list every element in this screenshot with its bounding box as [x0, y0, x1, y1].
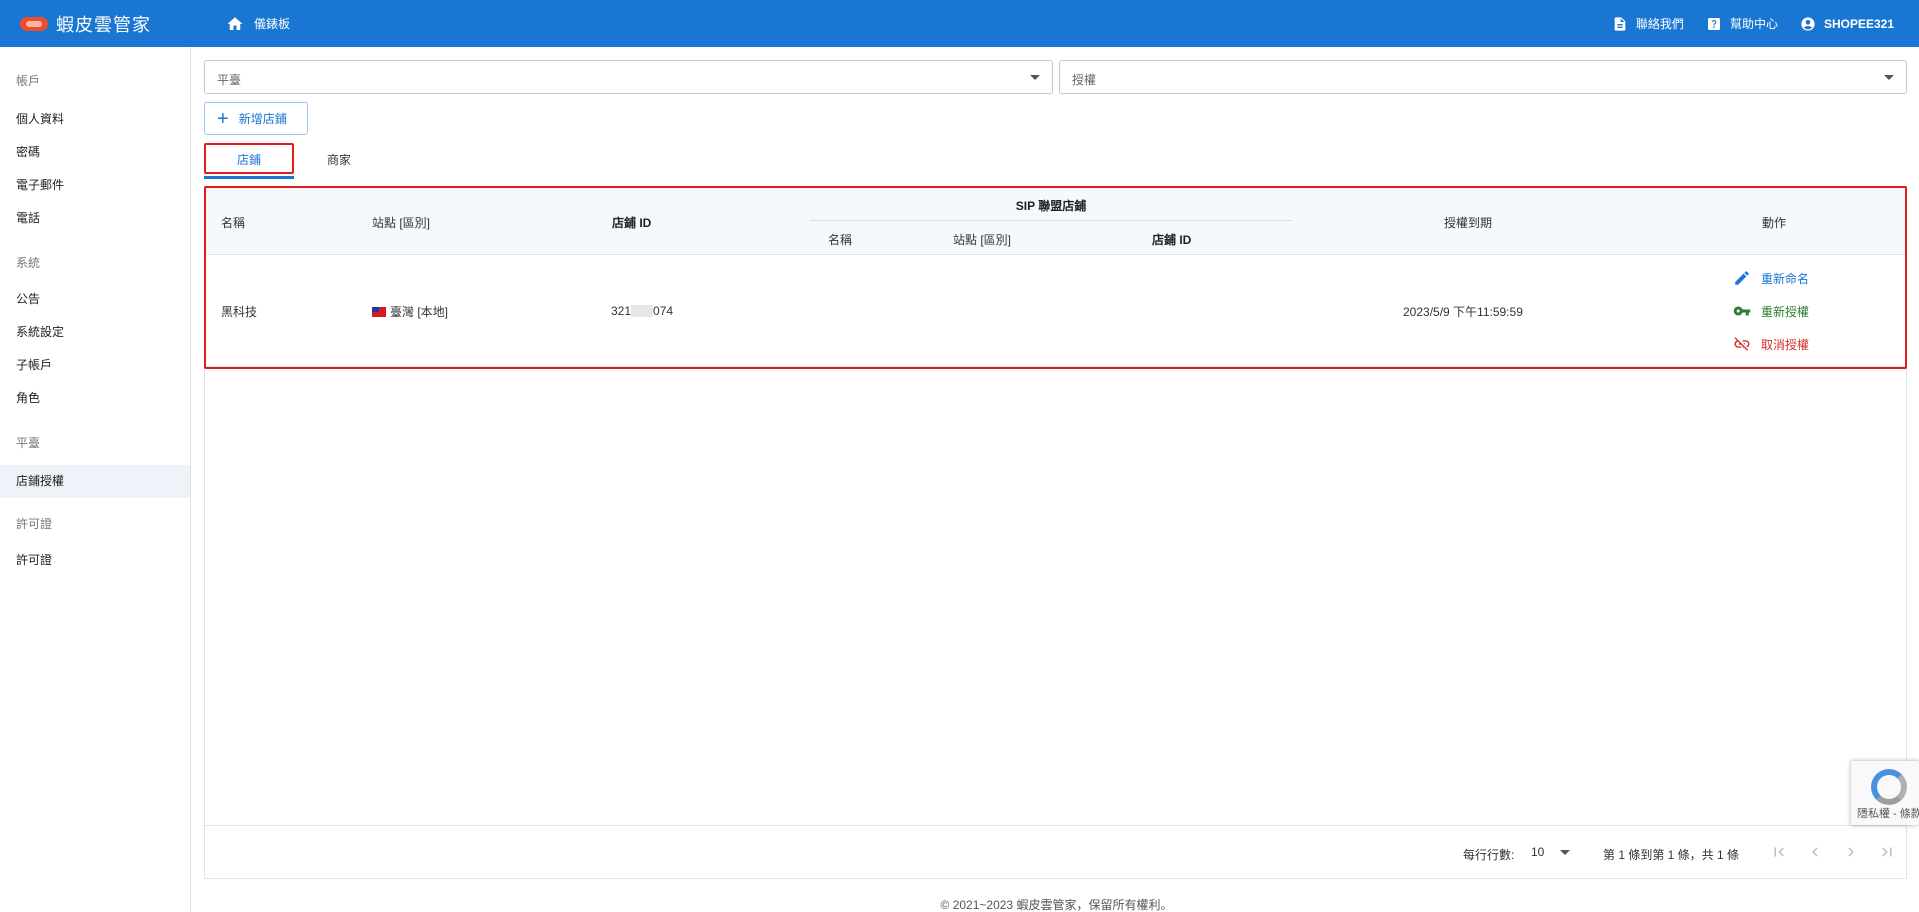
- reauthorize-label: 重新授權: [1761, 304, 1810, 319]
- dropdown-arrow-icon: [1560, 849, 1571, 855]
- reauthorize-button[interactable]: 重新授權: [1733, 302, 1809, 320]
- col-actions: 動作: [1762, 216, 1787, 230]
- col-site-region: 站點 [區別]: [372, 216, 431, 230]
- sidebar-item-password[interactable]: 密碼: [0, 136, 190, 169]
- add-shop-label: 新增店鋪: [238, 112, 287, 126]
- recaptcha-privacy-terms[interactable]: 隱私權 - 條款: [1857, 805, 1919, 821]
- sidebar-item-profile[interactable]: 個人資料: [0, 103, 190, 136]
- col-name: 名稱: [221, 216, 246, 230]
- recaptcha-icon: [1871, 769, 1907, 805]
- chevron-left-icon: [1812, 847, 1818, 857]
- pencil-icon: [1735, 271, 1749, 285]
- table-header: 名稱 站點 [區別] 店鋪 ID SIP 聯盟店鋪 名稱 站點 [區別] 店鋪 …: [205, 187, 1906, 255]
- copyright-text: © 2021~2023 蝦皮雲管家，保留所有權利。: [940, 898, 1173, 912]
- redacted-block: [631, 305, 654, 317]
- first-page-button[interactable]: [1770, 843, 1788, 861]
- pagination-range: 第 1 條到第 1 條，共 1 條: [1603, 848, 1740, 862]
- last-page-button[interactable]: [1878, 843, 1896, 861]
- contact-us-link[interactable]: 聯絡我們: [1612, 15, 1684, 32]
- previous-page-button[interactable]: [1806, 843, 1824, 861]
- sidebar-section-platform: 平臺: [16, 436, 41, 450]
- plus-icon: +: [217, 107, 229, 130]
- dropdown-arrow-icon: [1884, 75, 1894, 80]
- col-sip-name: 名稱: [828, 233, 853, 247]
- next-page-button[interactable]: [1842, 843, 1860, 861]
- active-tab-indicator: [204, 176, 294, 179]
- platform-select-placeholder: 平臺: [217, 73, 242, 87]
- key-icon: [1733, 306, 1751, 316]
- platform-select[interactable]: 平臺: [204, 60, 1053, 94]
- sip-group-divider: [810, 220, 1292, 221]
- shops-table: 名稱 站點 [區別] 店鋪 ID SIP 聯盟店鋪 名稱 站點 [區別] 店鋪 …: [204, 186, 1907, 879]
- dashboard-link[interactable]: 儀錶板: [226, 15, 290, 33]
- help-icon: [1707, 17, 1720, 30]
- shop-site-text: 臺灣 [本地]: [390, 305, 449, 319]
- add-shop-button[interactable]: + 新增店鋪: [204, 102, 308, 135]
- help-center-label: 幫助中心: [1729, 17, 1778, 31]
- app-logo[interactable]: 蝦皮雲管家: [20, 11, 151, 37]
- sidebar-item-sub-accounts[interactable]: 子帳戶: [0, 349, 190, 382]
- sidebar-section-license: 許可證: [16, 517, 53, 531]
- account-circle-icon: [1801, 16, 1815, 31]
- authorization-select-placeholder: 授權: [1072, 73, 1097, 87]
- col-sip-site-region: 站點 [區別]: [953, 233, 1012, 247]
- shop-id-suffix: 074: [653, 304, 674, 318]
- sidebar-item-license[interactable]: 許可證: [0, 544, 190, 577]
- revoke-authorization-label: 取消授權: [1761, 337, 1810, 352]
- col-sip-shop-id: 店鋪 ID: [1152, 233, 1192, 247]
- shop-site: 臺灣 [本地]: [372, 303, 448, 320]
- shop-name: 黑科技: [221, 305, 258, 319]
- sidebar-section-account: 帳戶: [16, 74, 41, 88]
- dashboard-label: 儀錶板: [254, 17, 291, 31]
- shopee-logo-icon: [20, 16, 48, 31]
- dropdown-arrow-icon: [1030, 75, 1040, 80]
- tab-merchants[interactable]: 商家: [294, 144, 384, 177]
- sidebar-item-system-settings[interactable]: 系統設定: [0, 316, 190, 349]
- username: SHOPEE321: [1823, 16, 1894, 31]
- table-row: 黑科技 臺灣 [本地] 321 074 2023/5/9 下午11:59:59 重…: [205, 255, 1906, 367]
- rename-button[interactable]: 重新命名: [1733, 269, 1809, 287]
- rows-per-page-value: 10: [1531, 845, 1545, 859]
- sidebar-section-system: 系統: [16, 256, 41, 270]
- recaptcha-badge[interactable]: 隱私權 - 條款: [1851, 761, 1919, 825]
- link-off-icon: [1734, 337, 1750, 351]
- table-pagination: 每行行數: 10 第 1 條到第 1 條，共 1 條: [205, 825, 1906, 878]
- rename-label: 重新命名: [1761, 271, 1810, 286]
- app-title: 蝦皮雲管家: [56, 14, 151, 35]
- document-icon: [1614, 16, 1626, 31]
- sidebar-item-phone[interactable]: 電話: [0, 202, 190, 235]
- auth-expiry-value: 2023/5/9 下午11:59:59: [1403, 305, 1523, 319]
- help-center-link[interactable]: 幫助中心: [1706, 15, 1778, 32]
- rows-per-page-select[interactable]: 10: [1531, 840, 1571, 864]
- sidebar-item-announcements[interactable]: 公告: [0, 283, 190, 316]
- revoke-authorization-button[interactable]: 取消授權: [1733, 335, 1809, 353]
- tab-shops[interactable]: 店鋪: [204, 144, 294, 177]
- chevron-right-icon: [1848, 847, 1854, 857]
- user-menu[interactable]: SHOPEE321: [1800, 16, 1894, 32]
- col-shop-id: 店鋪 ID: [612, 216, 652, 230]
- shop-id: 321 074: [611, 304, 673, 318]
- shop-id-prefix: 321: [611, 304, 632, 318]
- col-sip-group: SIP 聯盟店鋪: [1015, 199, 1087, 213]
- contact-us-label: 聯絡我們: [1635, 17, 1684, 31]
- sidebar: 帳戶 個人資料 密碼 電子郵件 電話 系統 公告 系統設定 子帳戶 角色 平臺 …: [0, 47, 191, 912]
- sidebar-item-roles[interactable]: 角色: [0, 382, 190, 415]
- last-page-icon: [1882, 847, 1892, 857]
- first-page-icon: [1774, 847, 1784, 857]
- rows-per-page-label: 每行行數:: [1463, 848, 1515, 862]
- sidebar-item-shop-authorization[interactable]: 店鋪授權: [0, 465, 190, 498]
- home-icon: [227, 16, 243, 30]
- authorization-select[interactable]: 授權: [1059, 60, 1907, 94]
- sidebar-item-email[interactable]: 電子郵件: [0, 169, 190, 202]
- top-app-bar: 蝦皮雲管家 儀錶板 聯絡我們 幫助中心 SHOPEE321: [0, 0, 1919, 47]
- col-auth-expiry: 授權到期: [1444, 216, 1493, 230]
- taiwan-flag-icon: [372, 307, 386, 317]
